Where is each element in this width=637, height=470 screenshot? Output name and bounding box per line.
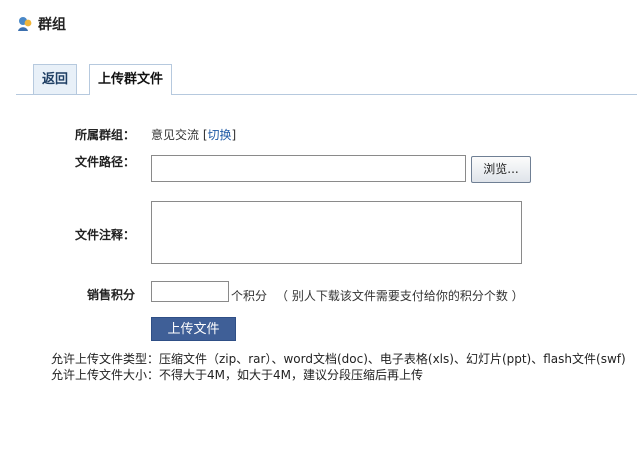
- switch-bracket-close: ]: [231, 128, 237, 142]
- path-label: 文件路径：: [74, 155, 135, 169]
- score-label: 销售积分: [86, 288, 135, 302]
- allowed-types-text: 允许上传文件类型：压缩文件（zip、rar）、word文档(doc)、电子表格(…: [51, 352, 626, 366]
- file-path-input[interactable]: [151, 155, 466, 182]
- page-title: 群组: [38, 17, 66, 33]
- tab-back[interactable]: 返回: [33, 64, 78, 94]
- note-label: 文件注释：: [74, 228, 135, 242]
- switch-group-link[interactable]: 切换: [208, 128, 232, 142]
- group-value-row: 意见交流 [切换]: [151, 126, 236, 143]
- score-hint: （ 别人下载该文件需要支付给你的积分个数 ）: [276, 289, 524, 303]
- browse-button[interactable]: 浏览...: [471, 156, 531, 183]
- group-value: 意见交流: [151, 128, 200, 142]
- tab-bar: 返回 上传群文件: [16, 64, 637, 95]
- upload-file-button[interactable]: 上传文件: [151, 317, 236, 341]
- score-unit: 个积分: [231, 289, 268, 303]
- allowed-size-text: 允许上传文件大小：不得大于4M，如大于4M，建议分段压缩后再上传: [51, 368, 423, 382]
- tab-upload-file[interactable]: 上传群文件: [89, 64, 173, 95]
- page-header: 群组: [16, 14, 66, 34]
- group-label: 所属群组：: [74, 128, 135, 142]
- file-note-textarea[interactable]: [151, 201, 522, 264]
- score-input[interactable]: [151, 281, 229, 302]
- group-icon: [18, 17, 32, 31]
